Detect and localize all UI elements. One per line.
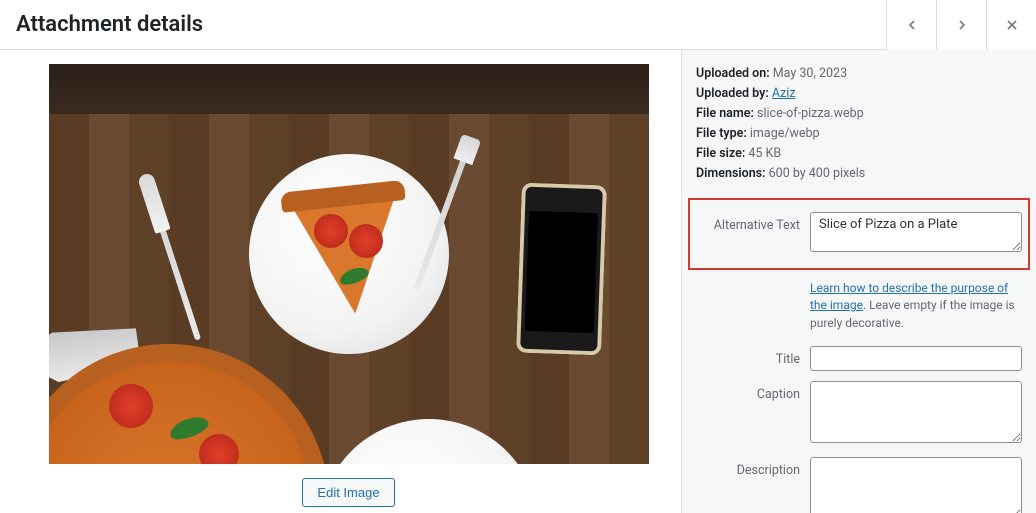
prev-button[interactable] [886, 0, 936, 50]
description-label: Description [696, 457, 800, 478]
file-name-value: slice-of-pizza.webp [757, 106, 864, 121]
alt-text-input[interactable]: Slice of Pizza on a Plate [810, 212, 1022, 252]
chevron-left-icon [904, 17, 920, 33]
caption-input[interactable] [810, 381, 1022, 443]
attachment-image [49, 64, 649, 464]
details-pane: Uploaded on: May 30, 2023 Uploaded by: A… [681, 50, 1036, 513]
file-type-label: File type: [696, 126, 747, 141]
header-actions [886, 0, 1036, 49]
alt-text-help: Learn how to describe the purpose of the… [810, 280, 1022, 332]
uploaded-by-link[interactable]: Aziz [772, 86, 796, 101]
alt-text-row: Alternative Text Slice of Pizza on a Pla… [688, 198, 1030, 270]
chevron-right-icon [954, 17, 970, 33]
file-size-value: 45 KB [748, 146, 781, 161]
attachment-meta: Uploaded on: May 30, 2023 Uploaded by: A… [696, 64, 1022, 184]
preview-pane: Edit Image [0, 50, 681, 513]
alt-text-label: Alternative Text [696, 212, 800, 233]
caption-label: Caption [696, 381, 800, 402]
file-size-label: File size: [696, 146, 745, 161]
dimensions-value: 600 by 400 pixels [769, 166, 866, 181]
modal-body: Edit Image Uploaded on: May 30, 2023 Upl… [0, 50, 1036, 513]
title-input[interactable] [810, 346, 1022, 371]
modal-header: Attachment details [0, 0, 1036, 50]
description-input[interactable] [810, 457, 1022, 513]
dimensions-label: Dimensions: [696, 166, 766, 181]
close-button[interactable] [986, 0, 1036, 50]
title-label: Title [696, 346, 800, 367]
uploaded-on-value: May 30, 2023 [773, 66, 847, 81]
caption-row: Caption [696, 381, 1022, 447]
description-row: Description [696, 457, 1022, 513]
attachment-details-modal: Attachment details [0, 0, 1036, 513]
edit-image-button[interactable]: Edit Image [302, 478, 394, 507]
title-row: Title [696, 346, 1022, 371]
uploaded-on-label: Uploaded on: [696, 66, 770, 81]
modal-title: Attachment details [0, 0, 219, 49]
next-button[interactable] [936, 0, 986, 50]
uploaded-by-label: Uploaded by: [696, 86, 769, 101]
file-type-value: image/webp [750, 126, 820, 141]
close-icon [1004, 17, 1020, 33]
file-name-label: File name: [696, 106, 754, 121]
